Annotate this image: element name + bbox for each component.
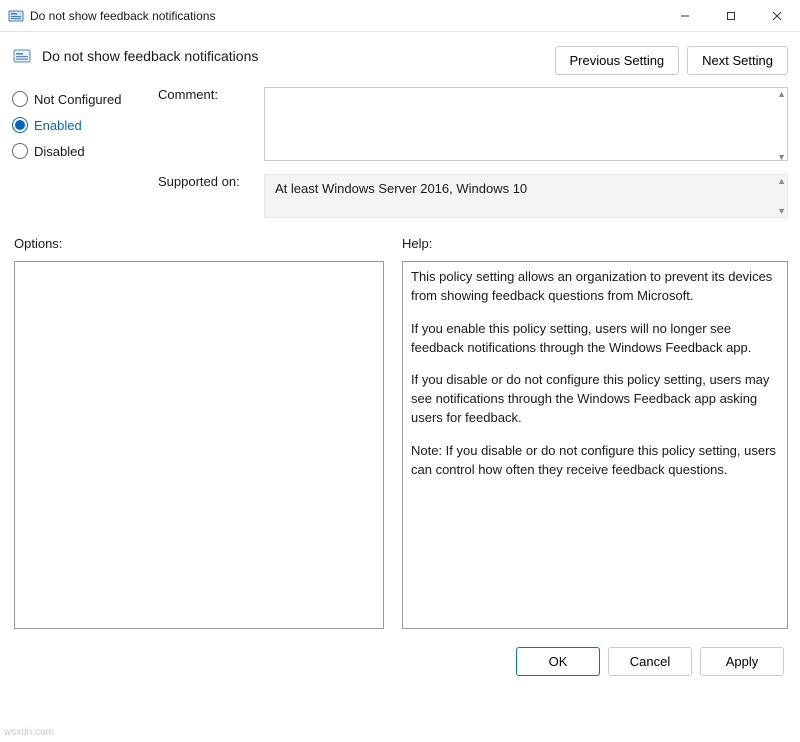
radio-label: Not Configured xyxy=(34,92,121,107)
window-controls xyxy=(662,0,800,32)
state-radio-group: Not Configured Enabled Disabled xyxy=(12,87,152,159)
comment-textarea[interactable] xyxy=(264,87,788,161)
window-titlebar: Do not show feedback notifications xyxy=(0,0,800,32)
help-label: Help: xyxy=(402,236,788,251)
scroll-down-icon[interactable]: ▼ xyxy=(777,206,786,216)
radio-label: Disabled xyxy=(34,144,85,159)
supported-on-value: At least Windows Server 2016, Windows 10 xyxy=(275,181,527,196)
help-paragraph: If you disable or do not configure this … xyxy=(411,371,779,428)
policy-title: Do not show feedback notifications xyxy=(42,48,258,64)
dialog-footer: OK Cancel Apply xyxy=(0,629,800,686)
panel-labels-row: Options: Help: xyxy=(0,222,800,255)
help-panel[interactable]: This policy setting allows an organizati… xyxy=(402,261,788,629)
options-label: Options: xyxy=(14,236,384,251)
supported-on-label: Supported on: xyxy=(158,174,258,189)
options-panel[interactable] xyxy=(14,261,384,629)
ok-button[interactable]: OK xyxy=(516,647,600,676)
next-setting-button[interactable]: Next Setting xyxy=(687,46,788,75)
panels-row: This policy setting allows an organizati… xyxy=(0,255,800,629)
help-paragraph: This policy setting allows an organizati… xyxy=(411,268,779,306)
previous-setting-button[interactable]: Previous Setting xyxy=(555,46,680,75)
comment-field-wrap: ▲ ▼ xyxy=(264,87,788,164)
maximize-button[interactable] xyxy=(708,0,754,32)
apply-button[interactable]: Apply xyxy=(700,647,784,676)
radio-circle-icon xyxy=(12,117,28,133)
upper-grid: Not Configured Enabled Disabled Comment:… xyxy=(0,81,800,222)
help-paragraph: Note: If you disable or do not configure… xyxy=(411,442,779,480)
supported-on-value-box: At least Windows Server 2016, Windows 10 xyxy=(264,174,788,218)
close-button[interactable] xyxy=(754,0,800,32)
window-title: Do not show feedback notifications xyxy=(30,9,215,23)
help-paragraph: If you enable this policy setting, users… xyxy=(411,320,779,358)
radio-not-configured[interactable]: Not Configured xyxy=(12,91,152,107)
titlebar-left: Do not show feedback notifications xyxy=(8,8,215,24)
header-left: Do not show feedback notifications xyxy=(12,46,258,66)
radio-circle-icon xyxy=(12,91,28,107)
scroll-down-icon[interactable]: ▼ xyxy=(777,152,786,162)
watermark-text: wsxdn.com xyxy=(4,727,54,738)
app-icon xyxy=(8,8,24,24)
radio-enabled[interactable]: Enabled xyxy=(12,117,152,133)
header-row: Do not show feedback notifications Previ… xyxy=(0,32,800,81)
supported-field-wrap: At least Windows Server 2016, Windows 10… xyxy=(264,174,788,218)
radio-circle-icon xyxy=(12,143,28,159)
scroll-up-icon[interactable]: ▲ xyxy=(777,89,786,99)
cancel-button[interactable]: Cancel xyxy=(608,647,692,676)
comment-label: Comment: xyxy=(158,87,258,102)
header-buttons: Previous Setting Next Setting xyxy=(555,46,789,75)
radio-disabled[interactable]: Disabled xyxy=(12,143,152,159)
scroll-up-icon[interactable]: ▲ xyxy=(777,176,786,186)
minimize-button[interactable] xyxy=(662,0,708,32)
policy-icon xyxy=(12,46,32,66)
radio-label: Enabled xyxy=(34,118,82,133)
